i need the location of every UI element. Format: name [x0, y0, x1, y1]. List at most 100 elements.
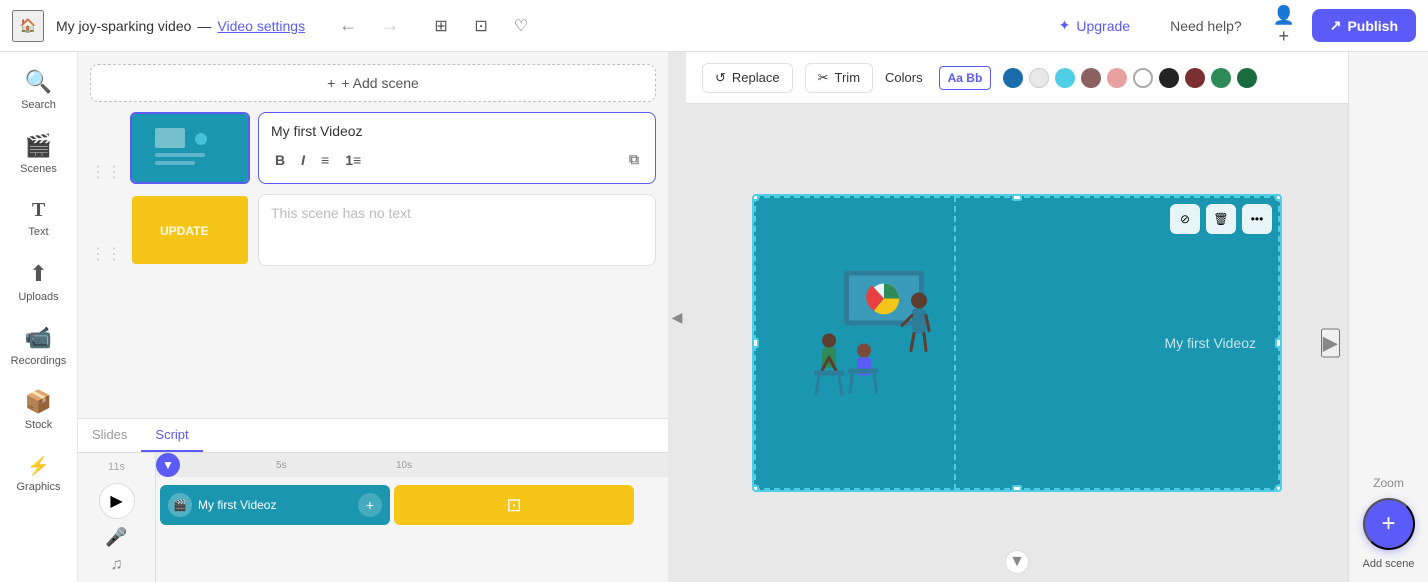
color-dot-black[interactable] [1159, 68, 1179, 88]
handle-bl[interactable] [752, 485, 759, 492]
grid-view-button[interactable]: ⊞ [425, 10, 457, 42]
scene-text-placeholder-2[interactable]: This scene has no text [271, 205, 411, 221]
graphics-icon: ⚡ [27, 456, 49, 477]
color-dot-white[interactable] [1133, 68, 1153, 88]
scenes-list: + + Add scene ⋮⋮ [78, 52, 668, 418]
playhead-arrow[interactable]: ▼ [156, 453, 180, 477]
preview-main: ⊘ 🗑 ••• [686, 104, 1348, 582]
scene-tabs: Slides Script [78, 418, 668, 452]
color-dot-blue[interactable] [1003, 68, 1023, 88]
main-area: 🔍 Search 🎬 Scenes T Text ⬆ Uploads 📹 Rec… [0, 52, 1428, 582]
preview-expand-button[interactable]: ▼ [1005, 550, 1029, 574]
copy-button-1[interactable]: ⧉ [625, 149, 643, 170]
replace-icon: ↺ [715, 70, 726, 86]
favorite-button[interactable]: ♡ [505, 10, 537, 42]
upgrade-button[interactable]: ✦ Upgrade [1045, 11, 1144, 40]
scene-text-area-2: This scene has no text [258, 194, 656, 266]
bold-button-1[interactable]: B [271, 150, 289, 170]
tab-slides[interactable]: Slides [78, 419, 141, 452]
scene-drag-handle-1[interactable]: ⋮⋮ [90, 112, 122, 182]
handle-ml[interactable] [752, 338, 759, 348]
timeline-ruler: 0s 5s 10s ▼ [156, 453, 668, 477]
music-button[interactable]: ♫ [111, 556, 123, 574]
color-dot-brown[interactable] [1081, 68, 1101, 88]
canvas-divider-line [954, 196, 956, 490]
split-view-button[interactable]: ⊡ [465, 10, 497, 42]
replace-button[interactable]: ↺ Replace [702, 63, 793, 93]
playhead-time: 11s [108, 461, 125, 473]
handle-tr[interactable] [1275, 194, 1282, 201]
scene-thumbnail-1[interactable] [130, 112, 250, 184]
handle-tl[interactable] [752, 194, 759, 201]
scene-row-1: ⋮⋮ B [90, 112, 656, 184]
scene1-thumb-svg [150, 118, 230, 178]
home-button[interactable]: 🏠 [12, 10, 44, 42]
handle-mr[interactable] [1275, 338, 1282, 348]
view-icons: ⊞ ⊡ ♡ [425, 10, 537, 42]
colors-label: Colors [885, 70, 923, 85]
italic-button-1[interactable]: I [297, 150, 309, 170]
sidebar-item-search[interactable]: 🔍 Search [4, 60, 74, 120]
title-text: My joy-sparking video [56, 18, 191, 34]
play-button[interactable]: ▶ [99, 483, 135, 519]
color-dot-dark-red[interactable] [1185, 68, 1205, 88]
preview-next-button[interactable]: ▶ [1321, 329, 1340, 358]
canvas-delete-button[interactable]: 🗑 [1206, 204, 1236, 234]
sidebar-item-uploads[interactable]: ⬆ Uploads [4, 252, 74, 312]
sidebar-item-scenes[interactable]: 🎬 Scenes [4, 124, 74, 184]
add-scene-circle-icon: + [1381, 510, 1395, 538]
sidebar-item-stock[interactable]: 📦 Stock [4, 380, 74, 440]
sidebar-recordings-label: Recordings [11, 355, 67, 367]
scene-drag-handle-2[interactable]: ⋮⋮ [90, 194, 122, 264]
sidebar-item-recordings[interactable]: 📹 Recordings [4, 316, 74, 376]
color-dot-pink[interactable] [1107, 68, 1127, 88]
trim-button[interactable]: ✂ Trim [805, 63, 873, 93]
color-dot-cyan[interactable] [1055, 68, 1075, 88]
add-user-button[interactable]: 👤+ [1268, 10, 1300, 42]
aabb-label: Aa Bb [948, 71, 983, 85]
undo-redo-nav: ← → [325, 11, 405, 40]
publish-button[interactable]: ↗ Publish [1312, 9, 1416, 42]
trim-icon: ✂ [818, 70, 829, 86]
color-dot-dark-green[interactable] [1237, 68, 1257, 88]
collapse-panel-button[interactable]: ◀ [668, 52, 686, 582]
color-dot-green[interactable] [1211, 68, 1231, 88]
aabb-button[interactable]: Aa Bb [939, 66, 992, 90]
help-button[interactable]: Need help? [1156, 12, 1256, 40]
home-icon: 🏠 [20, 18, 37, 34]
color-dot-white-stroke[interactable] [1029, 68, 1049, 88]
ruler-mark-10s: 10s [396, 460, 412, 471]
canvas-more-button[interactable]: ••• [1242, 204, 1272, 234]
undo-button[interactable]: ← [333, 11, 363, 40]
track-thumb-icon: 🎬 [168, 493, 192, 517]
replace-label: Replace [732, 70, 780, 85]
redo-button[interactable]: → [375, 11, 405, 40]
scene-thumbnail-2[interactable]: UPDATE [130, 194, 250, 266]
handle-br[interactable] [1275, 485, 1282, 492]
track-block-teal[interactable]: 🎬 My first Videoz + [160, 485, 390, 525]
numbered-list-button-1[interactable]: 1≡ [341, 150, 365, 170]
handle-tm[interactable] [1012, 194, 1022, 201]
playhead[interactable]: ▼ [156, 453, 180, 477]
track-block-yellow[interactable]: ⊡ [394, 485, 634, 525]
video-settings-link[interactable]: Video settings [217, 18, 305, 34]
track-yellow-icon: ⊡ [506, 495, 521, 516]
scenes-icon: 🎬 [25, 133, 52, 159]
ruler-mark-5s: 5s [276, 460, 287, 471]
publish-icon: ↗ [1330, 17, 1342, 34]
list-button-1[interactable]: ≡ [317, 150, 333, 170]
add-scene-button[interactable]: + + Add scene [90, 64, 656, 102]
sidebar-item-text[interactable]: T Text [4, 188, 74, 248]
canvas-action-bar: ⊘ 🗑 ••• [1170, 204, 1272, 234]
scene2-thumb-svg: UPDATE [150, 200, 230, 260]
timeline-track-row-3 [160, 557, 664, 581]
mic-button[interactable]: 🎤 [105, 527, 127, 548]
scene-text-input-1[interactable] [271, 123, 643, 139]
sidebar-item-graphics[interactable]: ⚡ Graphics [4, 444, 74, 504]
tab-script[interactable]: Script [141, 419, 202, 452]
add-scene-circle-button[interactable]: + [1363, 498, 1415, 550]
preview-canvas[interactable]: ⊘ 🗑 ••• [752, 194, 1282, 492]
canvas-hide-button[interactable]: ⊘ [1170, 204, 1200, 234]
track-add-button[interactable]: + [358, 493, 382, 517]
handle-bm[interactable] [1012, 485, 1022, 492]
